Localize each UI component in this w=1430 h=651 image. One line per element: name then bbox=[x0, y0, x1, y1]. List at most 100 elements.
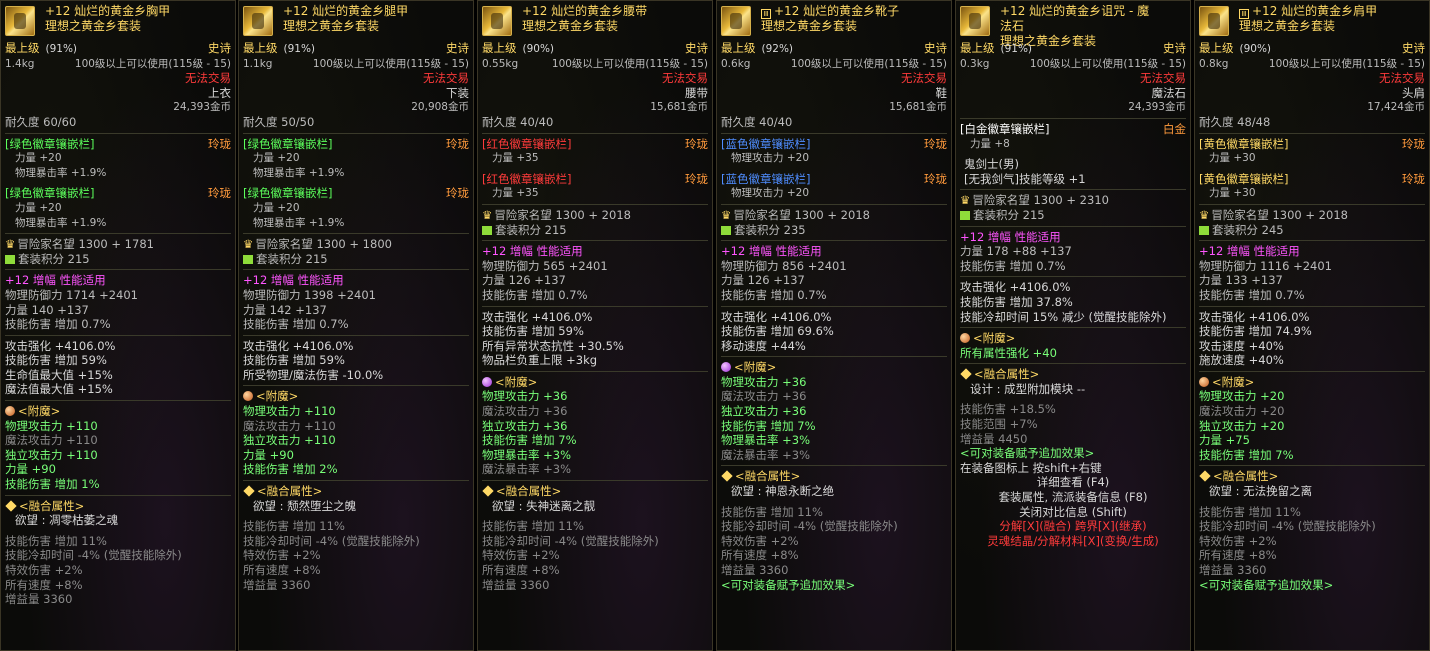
base-stat: 物理防御力 856 +2401 bbox=[721, 258, 847, 273]
fusion-title: <融合属性> bbox=[496, 484, 562, 499]
socket-row[interactable]: [绿色徽章镶嵌栏] 玲珑 bbox=[243, 137, 469, 152]
fusion-icon bbox=[243, 485, 255, 497]
divider bbox=[5, 269, 231, 271]
price: 15,681金币 bbox=[650, 101, 708, 114]
socket-stat: 物理暴击率 +1.9% bbox=[253, 166, 345, 179]
fusion-value: 欲望 : 凋零枯萎之魂 bbox=[15, 513, 119, 528]
socket-row[interactable]: [红色徽章镶嵌栏] 玲珑 bbox=[482, 137, 708, 152]
base-stat: 技能伤害 增加 0.7% bbox=[243, 317, 349, 332]
grade-row: 最上级 (90%) 史诗 bbox=[482, 41, 708, 57]
socket-row[interactable]: [绿色徽章镶嵌栏] 玲珑 bbox=[5, 137, 231, 152]
req-row: 0.6kg 100级以上可以使用(115级 - 15) bbox=[721, 57, 947, 72]
setscore-row: 套装积分 215 bbox=[5, 252, 231, 267]
socket-name: [绿色徽章镶嵌栏] bbox=[243, 186, 333, 201]
grade-row: 最上级 (91%) 史诗 bbox=[243, 41, 469, 57]
weight: 1.1kg bbox=[243, 57, 273, 70]
footer-line[interactable]: 灵魂结晶/分解材料[X](变换/生成) bbox=[960, 534, 1186, 549]
base-stat: 力量 140 +137 bbox=[5, 302, 89, 317]
socket-row[interactable]: [黄色徽章镶嵌栏] 玲珑 bbox=[1199, 137, 1425, 152]
tooltip-body: 最上级 (90%) 史诗 0.8kg 100级以上可以使用(115级 - 15) 无法交易… bbox=[1195, 41, 1429, 592]
grade-percent: (91%) bbox=[1000, 43, 1033, 55]
extra-stat: 攻击强化 +4106.0% bbox=[721, 309, 832, 324]
grade-percent: (90%) bbox=[522, 43, 555, 55]
set-name: 理想之黄金乡套装 bbox=[283, 19, 380, 33]
footer-line[interactable]: 关闭对比信息 (Shift) bbox=[960, 505, 1186, 520]
item-icon[interactable] bbox=[243, 6, 273, 36]
set-name: 理想之黄金乡套装 bbox=[1239, 19, 1336, 33]
level-requirement: 100级以上可以使用(115级 - 15) bbox=[1268, 57, 1425, 70]
socket-row[interactable]: [蓝色徽章镶嵌栏] 玲珑 bbox=[721, 137, 947, 152]
base-stat: 物理防御力 1398 +2401 bbox=[243, 287, 376, 302]
item-tooltip-panel[interactable]: +12 灿烂的黄金乡腿甲 理想之黄金乡套装 最上级 (91%) 史诗 1.1kg 100级以… bbox=[238, 0, 474, 651]
divider bbox=[482, 132, 708, 134]
grade-row: 最上级 (91%) 史诗 bbox=[5, 41, 231, 57]
enchant-stat: 魔法攻击力 +36 bbox=[482, 404, 568, 419]
socket-row[interactable]: [黄色徽章镶嵌栏] 玲珑 bbox=[1199, 172, 1425, 187]
divider bbox=[5, 132, 231, 134]
lock-icon: Ⅲ bbox=[761, 9, 771, 19]
enchant-header: <附魔> bbox=[243, 389, 469, 404]
socket-grade: 玲珑 bbox=[924, 136, 947, 151]
item-tooltip-panel[interactable]: Ⅲ +12 灿烂的黄金乡靴子 理想之黄金乡套装 最上级 (92%) 史诗 0.6kg 100级… bbox=[716, 0, 952, 651]
enchant-title: <附魔> bbox=[18, 404, 61, 419]
level-requirement: 100级以上可以使用(115级 - 15) bbox=[312, 57, 469, 70]
footer-line[interactable]: 套装属性, 流派装备信息 (F8) bbox=[960, 490, 1186, 505]
socket-row[interactable]: [绿色徽章镶嵌栏] 玲珑 bbox=[243, 186, 469, 201]
fame-row: ♛ 冒险家名望 1300 + 2018 bbox=[1199, 208, 1425, 223]
tooltip-header: Ⅲ +12 灿烂的黄金乡肩甲 理想之黄金乡套装 bbox=[1195, 1, 1429, 41]
rarity: 史诗 bbox=[685, 41, 708, 55]
item-tooltip-panel[interactable]: Ⅲ +12 灿烂的黄金乡肩甲 理想之黄金乡套装 最上级 (90%) 史诗 0.8kg 100级… bbox=[1194, 0, 1430, 651]
fusion-stat: 所有速度 +8% bbox=[5, 577, 83, 592]
fusion-stat: 所有速度 +8% bbox=[721, 548, 799, 563]
trade-status: 无法交易 bbox=[423, 71, 469, 86]
base-stat: 力量 142 +137 bbox=[243, 302, 327, 317]
fusion-header: <融合属性> bbox=[1199, 469, 1425, 484]
fusion-header: <融合属性> bbox=[721, 469, 947, 484]
socket-name: [绿色徽章镶嵌栏] bbox=[243, 136, 333, 151]
fusion-value: 欲望 : 颓然堕尘之魄 bbox=[253, 498, 357, 513]
divider bbox=[960, 225, 1186, 227]
footer-line[interactable]: 在装备图标上 按shift+右键 bbox=[960, 461, 1186, 476]
item-icon[interactable] bbox=[1199, 6, 1229, 36]
footer-line[interactable]: 详细查看 (F4) bbox=[960, 475, 1186, 490]
socket-name: [白金徽章镶嵌栏] bbox=[960, 121, 1050, 136]
enchant-stat: 魔法攻击力 +110 bbox=[5, 433, 98, 448]
base-stat: 技能伤害 增加 0.7% bbox=[5, 317, 111, 332]
enchant-header: <附魔> bbox=[482, 375, 708, 390]
divider bbox=[243, 480, 469, 482]
fusion-header: <融合属性> bbox=[960, 367, 1186, 382]
item-icon[interactable] bbox=[721, 6, 751, 36]
enchant-stat: 力量 +75 bbox=[1199, 433, 1250, 448]
socket-row[interactable]: [蓝色徽章镶嵌栏] 玲珑 bbox=[721, 172, 947, 187]
socket-name: [黄色徽章镶嵌栏] bbox=[1199, 136, 1289, 151]
enchant-stat: 独立攻击力 +36 bbox=[482, 418, 568, 433]
footer-line[interactable]: 分解[X](融合) 跨界[X](继承) bbox=[960, 519, 1186, 534]
amplify-line: +12 增幅 性能适用 bbox=[5, 273, 106, 288]
enchant-title: <附魔> bbox=[256, 389, 299, 404]
item-icon[interactable] bbox=[482, 6, 512, 36]
extra-stat: 攻击强化 +4106.0% bbox=[482, 309, 593, 324]
durability: 耐久度 50/50 bbox=[243, 114, 315, 129]
divider bbox=[721, 465, 947, 467]
fusion-value: 欲望 : 无法挽留之离 bbox=[1209, 484, 1313, 499]
fusion-title: <融合属性> bbox=[19, 498, 85, 513]
item-icon[interactable] bbox=[960, 6, 990, 36]
item-name: +12 灿烂的黄金乡诅咒 - 魔 bbox=[1000, 4, 1150, 18]
fusion-stat: 技能伤害 增加 11% bbox=[721, 504, 823, 519]
slot-type: 魔法石 bbox=[1151, 85, 1187, 100]
base-stat: 技能伤害 增加 0.7% bbox=[721, 287, 827, 302]
extra-stat: 攻击强化 +4106.0% bbox=[960, 280, 1071, 295]
item-tooltip-panel[interactable]: +12 灿烂的黄金乡诅咒 - 魔法石 理想之黄金乡套装 最上级 (91%) 史诗 0.3k… bbox=[955, 0, 1191, 651]
socket-row[interactable]: [红色徽章镶嵌栏] 玲珑 bbox=[482, 172, 708, 187]
item-tooltip-panel[interactable]: +12 灿烂的黄金乡胸甲 理想之黄金乡套装 最上级 (91%) 史诗 1.4kg 100级以… bbox=[0, 0, 236, 651]
item-tooltip-panel[interactable]: +12 灿烂的黄金乡腰带 理想之黄金乡套装 最上级 (90%) 史诗 0.55kg 100级… bbox=[477, 0, 713, 651]
enchant-orb-icon bbox=[243, 391, 253, 402]
tooltip-body: 最上级 (92%) 史诗 0.6kg 100级以上可以使用(115级 - 15) 无法交易… bbox=[717, 41, 951, 592]
socket-name: [红色徽章镶嵌栏] bbox=[482, 171, 572, 186]
set-score: 套装积分 245 bbox=[1212, 222, 1284, 237]
item-icon[interactable] bbox=[5, 6, 35, 36]
socket-stat: 力量 +8 bbox=[970, 137, 1010, 150]
socket-row[interactable]: [绿色徽章镶嵌栏] 玲珑 bbox=[5, 186, 231, 201]
socket-row[interactable]: [白金徽章镶嵌栏] 白金 bbox=[960, 122, 1186, 137]
req-row: 1.4kg 100级以上可以使用(115级 - 15) bbox=[5, 57, 231, 72]
